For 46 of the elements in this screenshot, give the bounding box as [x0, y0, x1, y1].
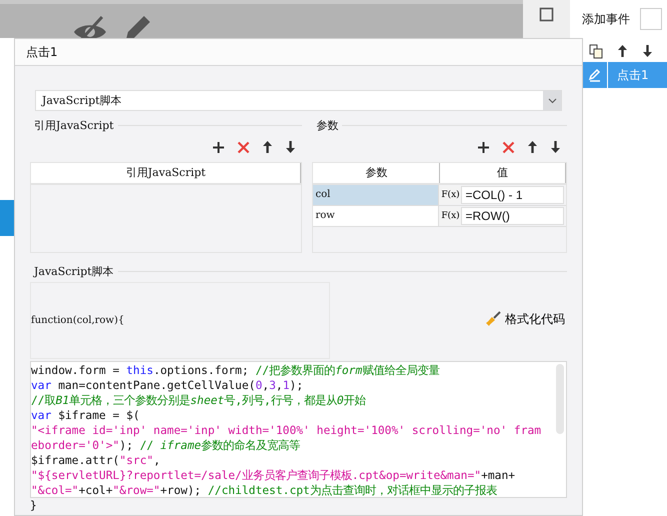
chevron-down-icon — [548, 98, 556, 104]
down-arrow-icon[interactable] — [550, 140, 561, 154]
code-line: //取B1单元格，三个参数分别是sheet号,列号,行号，都是从0开始 — [31, 393, 367, 408]
parameter-name: row — [313, 206, 440, 226]
code-line: "${servletURL}?reportlet=/sale/业务员客户查询子模板.cpt&op=write&man="+man+ — [31, 468, 516, 483]
section-title: 引用JavaScript — [33, 118, 114, 133]
function-signature: function(col,row){ — [31, 315, 124, 326]
section-title: 参数 — [315, 118, 338, 133]
delete-icon[interactable] — [502, 140, 515, 154]
parameter-name: col — [313, 185, 440, 205]
section-title: JavaScript脚本 — [32, 264, 114, 279]
code-line: var man=contentPane.getCellValue(0,3,1); — [31, 378, 304, 393]
square-icon[interactable] — [539, 7, 554, 22]
up-arrow-icon[interactable] — [262, 140, 274, 154]
column-header: 值 — [440, 163, 566, 183]
up-arrow-icon[interactable] — [617, 44, 628, 58]
parameter-row[interactable]: col F(x) =COL() - 1 — [313, 185, 566, 206]
code-editor[interactable] — [30, 361, 567, 498]
down-arrow-icon[interactable] — [285, 140, 296, 154]
up-arrow-icon[interactable] — [527, 140, 538, 154]
value-field[interactable]: =COL() - 1 — [461, 186, 564, 204]
panel-title: 添加事件 — [582, 10, 630, 28]
scrollbar[interactable] — [556, 364, 564, 434]
add-icon[interactable] — [212, 140, 226, 154]
code-line: } — [30, 498, 38, 513]
format-code-button[interactable]: 格式化代码 — [485, 310, 565, 328]
code-line: var $iframe = $( — [31, 408, 141, 423]
code-line: window.form = this.options.form; //把参数界面的form赋值给全局变量 — [31, 363, 440, 378]
input-field[interactable] — [640, 8, 662, 30]
column-header: 参数 — [313, 163, 440, 183]
code-line: "&col="+col+"&row="+row); //childtest.cpt为点击查询时，对话框中显示的子报表 — [31, 483, 498, 497]
dialog-title: 点击1 — [26, 44, 58, 60]
add-icon[interactable] — [477, 140, 490, 154]
parameter-row[interactable]: row F(x) =ROW() — [313, 206, 566, 227]
code-line: $iframe.attr("src", — [31, 453, 162, 468]
code-line: eborder='0'>"); // iframe参数的命名及宽高等 — [31, 438, 302, 453]
delete-icon[interactable] — [237, 140, 250, 154]
column-header: 引用JavaScript — [31, 163, 302, 183]
broom-icon — [485, 311, 501, 327]
value-field[interactable]: =ROW() — [461, 207, 564, 225]
down-arrow-icon[interactable] — [642, 44, 653, 58]
copy-icon[interactable] — [589, 44, 603, 58]
type-dropdown[interactable]: JavaScript脚本 — [35, 90, 562, 111]
event-label: 点击1 — [616, 67, 649, 84]
code-line: "<iframe id='inp' name='inp' width='100%' height='100%' scrolling='no' fram — [31, 423, 542, 438]
pencil-icon — [588, 68, 602, 82]
